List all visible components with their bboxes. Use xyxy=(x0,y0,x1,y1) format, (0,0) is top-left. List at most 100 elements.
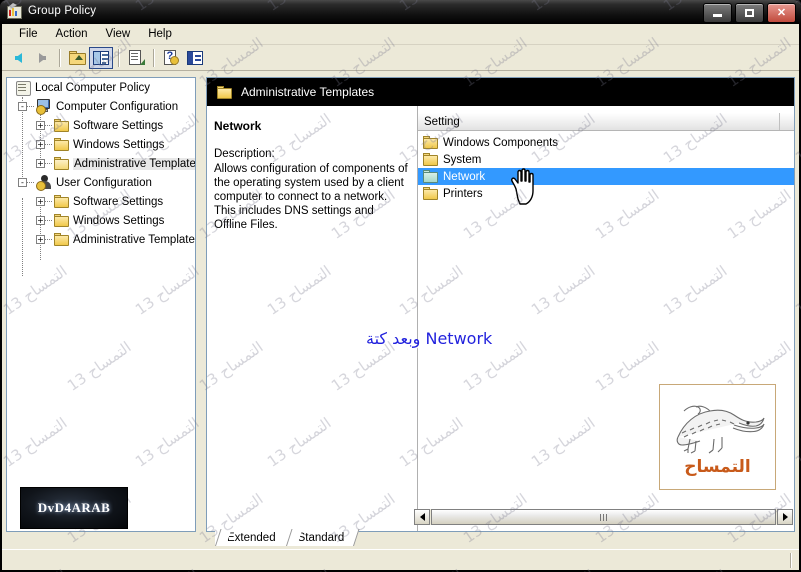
tree-expander[interactable]: + xyxy=(36,159,45,168)
tab-standard[interactable]: Standard xyxy=(285,529,360,546)
close-button[interactable]: ✕ xyxy=(767,3,796,23)
folder-icon xyxy=(423,136,439,149)
list-item-printers[interactable]: Printers xyxy=(418,185,794,202)
tree-expander[interactable]: + xyxy=(36,216,45,225)
tree-item-label: Computer Configuration xyxy=(56,100,179,113)
group-policy-window: Group Policy ✕ File Action View Help ? L… xyxy=(0,0,801,572)
menu-action[interactable]: Action xyxy=(47,26,97,42)
folder-icon xyxy=(423,170,439,183)
tree-item-label: User Configuration xyxy=(56,176,152,189)
list-item-label: Printers xyxy=(443,187,483,200)
list-item-label: Network xyxy=(443,170,486,183)
properties-icon[interactable] xyxy=(124,47,148,69)
description-text: Allows configuration of components of th… xyxy=(214,163,408,231)
tree-expander[interactable]: - xyxy=(18,102,27,111)
menu-help[interactable]: Help xyxy=(139,26,181,42)
folder-icon xyxy=(54,138,70,151)
dvd4arab-logo-text: DvD4ARAB xyxy=(37,500,111,515)
tree-item-user-configuration[interactable]: - User Configuration xyxy=(7,173,195,192)
tree-item-windows-settings-computer[interactable]: + Windows Settings xyxy=(7,135,195,154)
column-header-setting[interactable]: Setting xyxy=(418,113,780,130)
column-header-blank[interactable] xyxy=(780,113,786,130)
folder-icon xyxy=(54,195,70,208)
tree-item-label: Software Settings xyxy=(73,195,164,208)
forward-icon[interactable] xyxy=(30,47,54,69)
description-pane: Network Description: Allows configuratio… xyxy=(207,106,414,531)
tree-expander[interactable]: + xyxy=(36,121,45,130)
help-icon[interactable]: ? xyxy=(159,47,183,69)
list-item-network[interactable]: Network xyxy=(418,168,794,185)
scrollbar-grip-icon xyxy=(599,513,608,521)
computer-icon xyxy=(36,99,53,115)
window-controls: ✕ xyxy=(703,3,796,23)
menu-file[interactable]: File xyxy=(10,26,47,42)
tree-item-label: Software Settings xyxy=(73,119,164,132)
tree-item-label: Administrative Templates xyxy=(73,157,195,170)
results-header: Administrative Templates xyxy=(207,78,794,106)
scroll-left-arrow-icon[interactable] xyxy=(414,509,430,525)
list-item-label: System xyxy=(443,153,482,166)
menu-bar: File Action View Help xyxy=(2,24,799,45)
tab-label: Standard xyxy=(297,531,345,544)
folder-icon xyxy=(423,187,439,200)
user-icon xyxy=(36,175,53,191)
tree-item-local-computer-policy[interactable]: Local Computer Policy xyxy=(7,78,195,97)
mmc-console-icon xyxy=(6,3,22,19)
tree-item-label: Administrative Templates xyxy=(73,233,196,246)
title-bar[interactable]: Group Policy ✕ xyxy=(0,0,801,24)
tree-expander[interactable]: - xyxy=(18,178,27,187)
up-one-level-icon[interactable] xyxy=(65,47,89,69)
toolbar: ? xyxy=(2,45,799,71)
tree-item-label: Local Computer Policy xyxy=(35,81,151,94)
tree-item-software-settings-computer[interactable]: + Software Settings xyxy=(7,116,195,135)
window-title: Group Policy xyxy=(28,5,97,17)
description-title: Network xyxy=(214,119,262,133)
tree-item-label: Windows Settings xyxy=(73,138,165,151)
folder-icon xyxy=(54,214,70,227)
list-item-windows-components[interactable]: Windows Components xyxy=(418,134,794,151)
status-bar-divider xyxy=(790,553,791,568)
tree-expander[interactable]: + xyxy=(36,197,45,206)
console-tree-pane[interactable]: Local Computer Policy - Computer Configu… xyxy=(6,77,196,532)
folder-icon xyxy=(217,85,233,99)
minimize-button[interactable] xyxy=(703,3,732,23)
crocodile-icon xyxy=(676,405,765,454)
policy-icon xyxy=(15,80,31,96)
list-column-header: Setting xyxy=(418,113,794,131)
tree-item-software-settings-user[interactable]: + Software Settings xyxy=(7,192,195,211)
crocodile-logo: التمساح xyxy=(659,384,776,490)
title-bar-left: Group Policy xyxy=(6,3,96,19)
folder-icon xyxy=(54,119,70,132)
folder-icon xyxy=(423,153,439,166)
tree-item-administrative-templates-computer[interactable]: + Administrative Templates xyxy=(7,154,195,173)
horizontal-scrollbar[interactable] xyxy=(414,509,793,525)
tree-expander[interactable]: + xyxy=(36,140,45,149)
dvd4arab-logo: DvD4ARAB xyxy=(20,487,128,529)
export-list-icon[interactable] xyxy=(183,47,207,69)
pane-splitter[interactable] xyxy=(198,77,204,532)
back-icon[interactable] xyxy=(6,47,30,69)
tree-expander[interactable]: + xyxy=(36,235,45,244)
folder-icon xyxy=(54,233,70,246)
list-item-system[interactable]: System xyxy=(418,151,794,168)
tree-item-computer-configuration[interactable]: - Computer Configuration xyxy=(7,97,195,116)
annotation-text: وبعد كتة Network xyxy=(366,329,493,348)
toolbar-separator-2 xyxy=(118,48,119,67)
tab-label: Extended xyxy=(227,531,276,544)
maximize-button[interactable] xyxy=(735,3,764,23)
menu-view[interactable]: View xyxy=(97,26,140,42)
toolbar-separator xyxy=(59,48,60,67)
status-bar xyxy=(2,549,799,570)
scroll-right-arrow-icon[interactable] xyxy=(777,509,793,525)
crocodile-logo-text: التمساح xyxy=(684,457,751,477)
folder-open-icon xyxy=(54,157,70,170)
list-item-label: Windows Components xyxy=(443,136,559,149)
show-hide-console-tree-icon[interactable] xyxy=(89,46,113,69)
tree-item-windows-settings-user[interactable]: + Windows Settings xyxy=(7,211,195,230)
tab-extended[interactable]: Extended xyxy=(215,529,286,546)
tree-item-administrative-templates-user[interactable]: + Administrative Templates xyxy=(7,230,195,249)
scrollbar-thumb[interactable] xyxy=(431,509,776,525)
view-tabs: Extended Standard xyxy=(215,528,360,546)
toolbar-separator-3 xyxy=(153,48,154,67)
tree-item-label: Windows Settings xyxy=(73,214,165,227)
